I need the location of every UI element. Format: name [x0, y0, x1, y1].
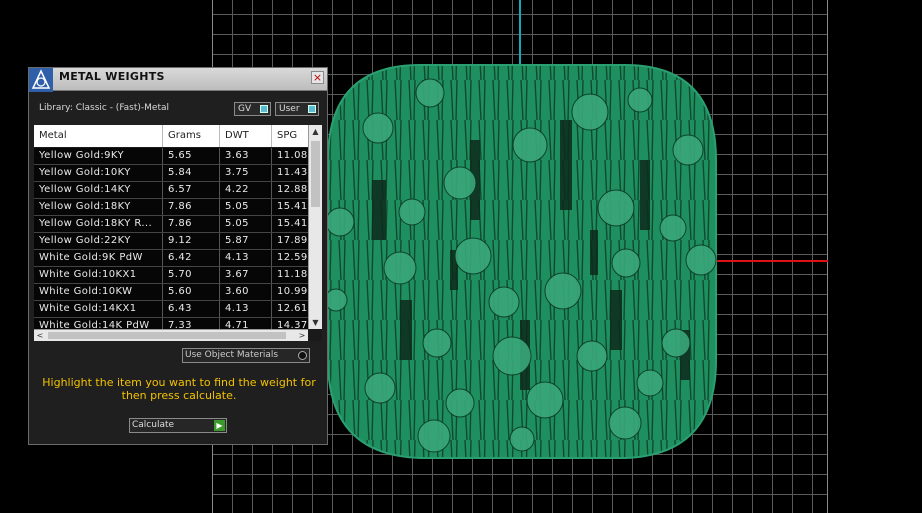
- cell-spg: 17.89: [277, 235, 308, 246]
- cell-dwt: 3.75: [220, 165, 272, 181]
- cell-metal: Yellow Gold:9KY: [34, 148, 163, 164]
- scroll-up-icon[interactable]: ▲: [309, 125, 322, 138]
- cell-grams: 6.42: [163, 250, 220, 266]
- cell-spg: 11.18: [277, 269, 308, 280]
- cell-grams: 5.60: [163, 284, 220, 300]
- cell-grams: 7.86: [163, 199, 220, 215]
- column-header-dwt[interactable]: DWT: [220, 125, 272, 147]
- library-label: Library: Classic - (Fast)-Metal: [39, 103, 170, 113]
- cell-dwt: 3.60: [220, 284, 272, 300]
- instructions-text: Highlight the item you want to find the …: [42, 376, 316, 402]
- panel-titlebar[interactable]: METAL WEIGHTS ×: [29, 68, 327, 92]
- calculate-button[interactable]: Calculate ▶: [129, 418, 227, 433]
- cell-metal: White Gold:9K PdW: [34, 250, 163, 266]
- cell-grams: 7.86: [163, 216, 220, 232]
- table-row[interactable]: Yellow Gold:9KY 5.65 3.63 11.08: [34, 148, 308, 165]
- cell-dwt: 5.05: [220, 199, 272, 215]
- cell-spg: 10.99: [277, 286, 308, 297]
- calculate-label: Calculate: [132, 420, 175, 430]
- cell-grams: 6.57: [163, 182, 220, 198]
- metal-table: Metal Grams DWT SPG Yellow Gold:9KY 5.65 3…: [34, 125, 322, 341]
- table-row[interactable]: White Gold:14KX1 6.43 4.13 12.61: [34, 301, 308, 318]
- cell-grams: 5.84: [163, 165, 220, 181]
- table-row[interactable]: Yellow Gold:18KY 7.86 5.05 15.41: [34, 199, 308, 216]
- cell-spg: 11.08: [277, 150, 308, 161]
- table-row[interactable]: White Gold:9K PdW 6.42 4.13 12.59: [34, 250, 308, 267]
- cell-spg: 12.59: [277, 252, 308, 263]
- use-object-materials-label: Use Object Materials: [185, 350, 279, 360]
- column-header-spg[interactable]: SPG: [272, 125, 308, 147]
- cell-grams: 5.65: [163, 148, 220, 164]
- close-button[interactable]: ×: [311, 71, 324, 84]
- table-row[interactable]: White Gold:10KW 5.60 3.60 10.99: [34, 284, 308, 301]
- cell-metal: White Gold:10KX1: [34, 267, 163, 283]
- vertical-scroll-thumb[interactable]: [311, 141, 320, 207]
- horizontal-scrollbar[interactable]: < >: [34, 329, 308, 341]
- cell-dwt: 4.13: [220, 301, 272, 317]
- cell-spg: 15.41: [277, 201, 308, 212]
- table-row[interactable]: Yellow Gold:14KY 6.57 4.22 12.88: [34, 182, 308, 199]
- cell-dwt: 3.63: [220, 148, 272, 164]
- gv-toggle-label: GV: [238, 104, 252, 114]
- cell-dwt: 4.13: [220, 250, 272, 266]
- table-row[interactable]: White Gold:10KX1 5.70 3.67 11.18: [34, 267, 308, 284]
- cell-dwt: 5.05: [220, 216, 272, 232]
- vertical-scrollbar[interactable]: ▲ ▼: [308, 125, 322, 329]
- app-logo-icon: [29, 68, 53, 92]
- user-toggle-label: User: [279, 104, 300, 114]
- cell-metal: Yellow Gold:18KY: [34, 199, 163, 215]
- cell-metal: White Gold:14KX1: [34, 301, 163, 317]
- play-arrow-icon: ▶: [214, 420, 225, 431]
- scroll-down-icon[interactable]: ▼: [309, 316, 322, 329]
- horizontal-scroll-thumb[interactable]: [48, 332, 286, 339]
- metal-weights-panel: METAL WEIGHTS × Library: Classic - (Fast…: [28, 67, 328, 445]
- cell-spg: 12.88: [277, 184, 308, 195]
- cell-metal: Yellow Gold:14KY: [34, 182, 163, 198]
- radio-icon: [298, 351, 307, 360]
- scroll-left-icon[interactable]: <: [34, 330, 46, 341]
- table-row[interactable]: Yellow Gold:10KY 5.84 3.75 11.43: [34, 165, 308, 182]
- table-row[interactable]: Yellow Gold:18KY R... 7.86 5.05 15.41: [34, 216, 308, 233]
- cell-metal: White Gold:10KW: [34, 284, 163, 300]
- user-toggle-knob-icon: [308, 105, 316, 113]
- cell-metal: Yellow Gold:22KY: [34, 233, 163, 249]
- cell-spg: 15.41: [277, 218, 308, 229]
- cell-grams: 9.12: [163, 233, 220, 249]
- cell-dwt: 4.22: [220, 182, 272, 198]
- panel-title: METAL WEIGHTS: [59, 70, 165, 83]
- column-header-grams[interactable]: Grams: [163, 125, 220, 147]
- cell-dwt: 5.87: [220, 233, 272, 249]
- gv-toggle-knob-icon: [260, 105, 268, 113]
- gv-toggle[interactable]: GV: [234, 102, 271, 116]
- user-toggle[interactable]: User: [275, 102, 319, 116]
- use-object-materials-toggle[interactable]: Use Object Materials: [182, 348, 310, 363]
- table-row[interactable]: Yellow Gold:22KY 9.12 5.87 17.89: [34, 233, 308, 250]
- cell-spg: 11.43: [277, 167, 308, 178]
- cell-grams: 5.70: [163, 267, 220, 283]
- scroll-right-icon[interactable]: >: [296, 330, 308, 341]
- table-header: Metal Grams DWT SPG: [34, 125, 308, 147]
- column-header-metal[interactable]: Metal: [34, 125, 163, 147]
- cell-metal: Yellow Gold:10KY: [34, 165, 163, 181]
- cell-grams: 6.43: [163, 301, 220, 317]
- cell-metal: Yellow Gold:18KY R...: [34, 216, 163, 232]
- table-body: Yellow Gold:9KY 5.65 3.63 11.08 Yellow Gold:…: [34, 148, 308, 335]
- cell-spg: 12.61: [277, 303, 308, 314]
- cell-dwt: 3.67: [220, 267, 272, 283]
